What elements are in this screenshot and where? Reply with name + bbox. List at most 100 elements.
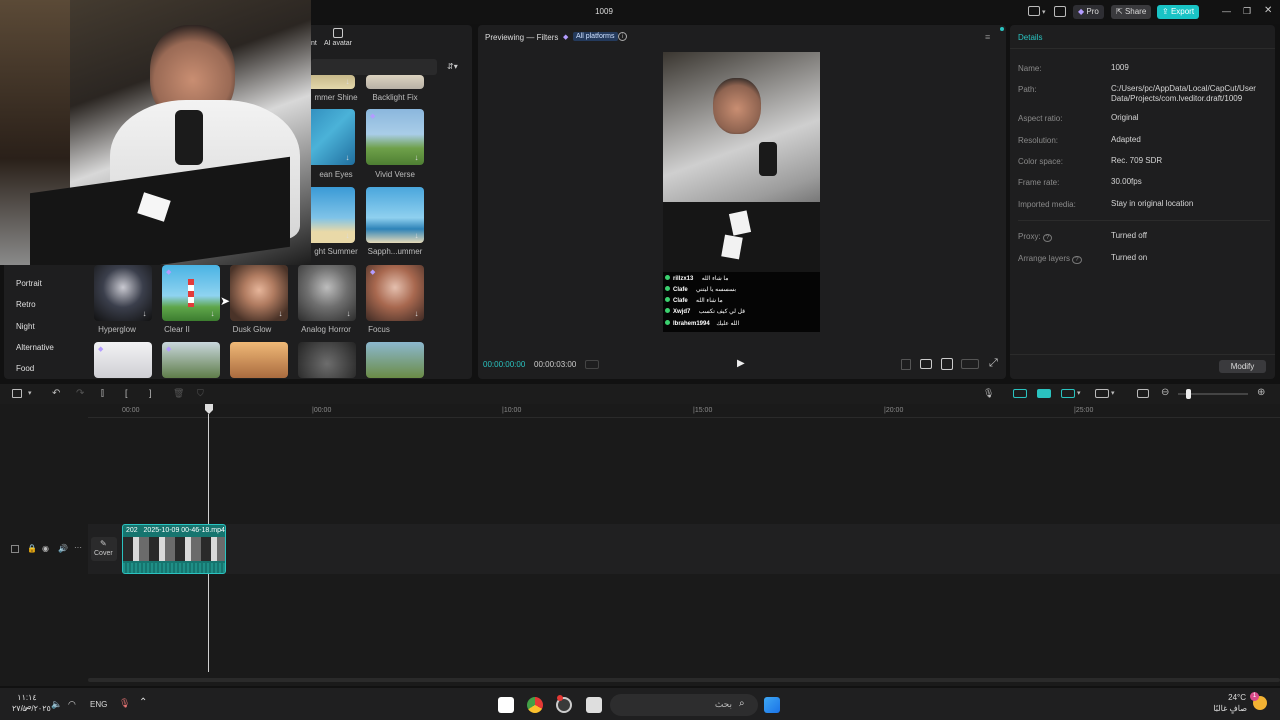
info-icon[interactable]: i [618, 32, 627, 41]
linkage-icon[interactable] [1061, 389, 1075, 398]
modify-button[interactable]: Modify [1219, 360, 1266, 373]
taskbar-search-input[interactable] [610, 694, 758, 716]
filter-thumb-clear-ii[interactable]: ◆ ↓ [162, 265, 220, 321]
chevron-down-icon[interactable]: ▾ [1077, 389, 1081, 397]
speaker-icon[interactable]: 🔊 [58, 544, 68, 553]
filter-thumb[interactable] [366, 75, 424, 89]
share-icon: ⇱ [1116, 7, 1123, 16]
capcut-app-icon[interactable] [498, 697, 514, 713]
filter-label: Dusk Glow [232, 325, 272, 334]
filter-thumb[interactable] [366, 342, 424, 378]
filter-thumb-dusk-glow[interactable]: ↓ [230, 265, 288, 321]
chevron-down-icon[interactable]: ▾ [1111, 389, 1115, 397]
filter-thumb[interactable]: ◆ ↓ [366, 109, 424, 165]
microphone-icon[interactable]: 🎙 [119, 698, 130, 709]
filter-thumb[interactable]: ◆ [94, 342, 152, 378]
timecode-format-icon[interactable] [585, 360, 599, 369]
play-icon[interactable]: ▶ [737, 358, 745, 369]
eye-icon[interactable]: ◉ [42, 544, 49, 553]
ruler-tick: |10:00 [502, 407, 522, 414]
filter-thumb-hyperglow[interactable]: ↓ [94, 265, 152, 321]
microphone-icon[interactable]: 🎙 [983, 388, 994, 399]
layout-select-icon[interactable] [12, 389, 22, 398]
ai-avatar-icon[interactable] [333, 28, 343, 38]
info-icon[interactable]: ? [1072, 256, 1082, 264]
timeline-scrollbar[interactable] [88, 678, 1280, 682]
filter-thumb-focus[interactable]: ◆ ↓ [366, 265, 424, 321]
wifi-icon[interactable]: ◠ [68, 699, 76, 710]
trim-right-icon[interactable]: ] [149, 388, 152, 398]
filter-thumb[interactable] [298, 342, 356, 378]
divider [1018, 220, 1270, 221]
category-retro[interactable]: Retro [16, 300, 36, 309]
video-preview-frame[interactable]: rillzx13 ما شاء الله Clafe بسسسه يا ليتن… [663, 52, 820, 332]
split-icon[interactable]: ⫿ [101, 388, 104, 399]
chevron-down-icon[interactable]: ▾ [1042, 8, 1046, 16]
auto-snap-icon[interactable] [1037, 389, 1051, 398]
chevron-down-icon[interactable]: ▾ [28, 389, 32, 397]
preview-axis-icon[interactable] [1095, 389, 1109, 398]
zoom-out-icon[interactable]: ⊖ [1161, 387, 1169, 398]
zoom-in-icon[interactable]: ⊕ [1257, 387, 1265, 398]
category-portrait[interactable]: Portrait [16, 279, 42, 288]
timeline-ruler[interactable] [88, 404, 1280, 418]
notification-dot [557, 695, 563, 701]
undo-icon[interactable]: ↶ [52, 388, 60, 399]
volume-icon[interactable]: 🔈 [51, 699, 62, 710]
filter-thumb[interactable] [230, 342, 288, 378]
current-time: 00:00:00:00 [483, 360, 526, 369]
track-select-icon[interactable] [11, 545, 19, 553]
category-night[interactable]: Night [16, 322, 35, 331]
filter-thumb[interactable]: ◆ [162, 342, 220, 378]
gem-icon: ◆ [166, 346, 172, 353]
export-button[interactable]: ⇪ Export [1157, 5, 1200, 19]
video-clip[interactable]: 202 2025-10-09 00-46-18.mp4 [122, 524, 226, 574]
filter-thumb-analog-horror[interactable]: ↓ [298, 265, 356, 321]
platform-badge[interactable]: All platforms [573, 32, 618, 41]
fullscreen-icon[interactable]: ⤢ [989, 357, 998, 370]
weather-desc[interactable]: صافٍ غالبًا [1205, 704, 1247, 713]
crop-icon[interactable] [901, 359, 911, 370]
clip-waveform [123, 563, 225, 573]
shortcuts-icon[interactable] [1054, 6, 1066, 17]
close-icon[interactable]: ✕ [1264, 5, 1272, 16]
chrome-app-icon[interactable] [527, 697, 543, 713]
category-food[interactable]: Food [16, 364, 34, 373]
category-alternative[interactable]: Alternative [16, 343, 54, 352]
tab-partial[interactable]: nt [311, 40, 317, 47]
clock-date[interactable]: ٢٧/١٠/٢٠٢٥ [12, 704, 51, 713]
language-indicator[interactable]: ENG [90, 700, 107, 709]
subtitle-icon[interactable] [1137, 389, 1149, 398]
detail-value-arrange-layers: Turned on [1111, 253, 1148, 262]
download-icon: ↓ [414, 231, 419, 240]
zoom-slider-handle[interactable] [1186, 389, 1191, 399]
chevron-up-icon[interactable]: ⌃ [139, 697, 147, 708]
restore-icon[interactable]: ❐ [1243, 6, 1251, 17]
minimize-icon[interactable]: — [1222, 6, 1231, 16]
pro-button[interactable]: ◆ Pro [1073, 5, 1104, 19]
menu-icon[interactable]: ≡ [985, 32, 990, 42]
online-dot [665, 320, 670, 325]
filter-thumb[interactable]: ↓ [366, 187, 424, 243]
export-icon: ⇪ [1162, 7, 1169, 16]
tab-ai-avatar[interactable]: AI avatar [324, 40, 352, 47]
more-icon[interactable]: ··· [74, 543, 82, 552]
info-icon[interactable]: ? [1042, 234, 1053, 242]
file-explorer-icon[interactable] [586, 697, 602, 713]
cover-button[interactable]: ✎ Cover [91, 537, 117, 561]
filter-search-input[interactable] [311, 59, 437, 75]
sort-icon[interactable]: ⇵▾ [447, 62, 458, 71]
main-track-magnet-icon[interactable] [1013, 389, 1027, 398]
download-icon: ↓ [210, 309, 215, 318]
windows-start-icon[interactable] [764, 697, 780, 713]
share-button[interactable]: ⇱ Share [1111, 5, 1152, 19]
snapshot-icon[interactable] [941, 358, 953, 370]
quality-icon[interactable] [920, 359, 932, 369]
trim-left-icon[interactable]: [ [125, 388, 128, 398]
lock-icon[interactable]: 🔒 [27, 544, 37, 553]
ratio-icon[interactable] [961, 359, 979, 369]
detail-value-frame-rate: 30.00fps [1111, 177, 1142, 186]
weather-temp[interactable]: 24°C [1220, 693, 1246, 702]
online-dot [665, 275, 670, 280]
layout-icon[interactable] [1028, 6, 1040, 16]
